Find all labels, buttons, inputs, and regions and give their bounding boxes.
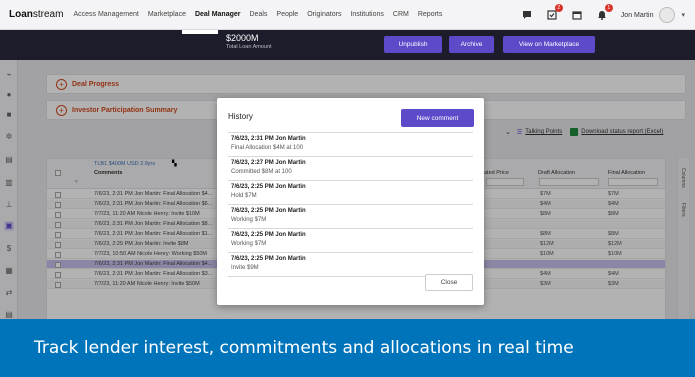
brand-logo[interactable]: Loanstream — [9, 9, 63, 20]
history-entry: 7/6/23, 2:25 PM Jon Martin Working $7M — [228, 229, 473, 253]
bell-badge: 1 — [604, 4, 613, 12]
archive-button[interactable]: Archive — [449, 36, 494, 53]
history-list: 7/6/23, 2:31 PM Jon Martin Final Allocat… — [228, 132, 473, 277]
tasks-icon[interactable]: 2 — [546, 4, 563, 21]
amount-value: $2000M — [226, 33, 259, 43]
caption-banner: Track lender interest, commitments and a… — [0, 319, 695, 377]
app-frame: Loanstream Access Management Marketplace… — [0, 0, 695, 377]
caption-text: Track lender interest, commitments and a… — [34, 338, 574, 358]
nav-crm[interactable]: CRM — [393, 11, 409, 18]
bell-icon[interactable]: 1 — [596, 4, 613, 21]
close-button[interactable]: Close — [425, 274, 473, 291]
history-entry: 7/6/23, 2:25 PM Jon Martin Hold $7M — [228, 181, 473, 205]
nav-reports[interactable]: Reports — [418, 11, 443, 18]
nav-institutions[interactable]: Institutions — [350, 11, 383, 18]
entry-text: Working $7M — [231, 217, 267, 223]
history-entry: 7/6/23, 2:31 PM Jon Martin Final Allocat… — [228, 133, 473, 157]
nav-deals[interactable]: Deals — [250, 11, 268, 18]
entry-text: Hold $7M — [231, 193, 257, 199]
nav-deal-manager[interactable]: Deal Manager — [195, 11, 241, 18]
nav-marketplace[interactable]: Marketplace — [148, 11, 186, 18]
entry-text: Committed $8M at 100 — [231, 169, 292, 175]
entry-meta: 7/6/23, 2:25 PM Jon Martin — [231, 232, 306, 238]
new-comment-button[interactable]: New comment — [401, 109, 474, 127]
entry-meta: 7/6/23, 2:25 PM Jon Martin — [231, 208, 306, 214]
entry-text: Invite $9M — [231, 265, 259, 271]
view-marketplace-button[interactable]: View on Marketplace — [503, 36, 595, 53]
history-entry: 7/6/23, 2:25 PM Jon Martin Working $7M — [228, 205, 473, 229]
entry-meta: 7/6/23, 2:25 PM Jon Martin — [231, 184, 306, 190]
user-name[interactable]: Jon Martin — [621, 12, 654, 19]
history-entry: 7/6/23, 2:27 PM Jon Martin Committed $8M… — [228, 157, 473, 181]
tasks-badge: 2 — [554, 4, 563, 12]
history-modal: History New comment 7/6/23, 2:31 PM Jon … — [217, 98, 484, 305]
entry-meta: 7/6/23, 2:31 PM Jon Martin — [231, 136, 306, 142]
total-loan-amount: $2000M Total Loan Amount — [226, 33, 272, 50]
message-icon[interactable] — [521, 9, 533, 21]
unpublish-button[interactable]: Unpublish — [384, 36, 442, 53]
calendar-icon[interactable] — [571, 9, 583, 21]
avatar[interactable] — [659, 7, 676, 23]
entry-text: Working $7M — [231, 241, 267, 247]
top-nav: Loanstream Access Management Marketplace… — [0, 0, 695, 30]
nav-originators[interactable]: Originators — [307, 11, 341, 18]
deal-header-bar: $2000M Total Loan Amount Unpublish Archi… — [0, 30, 695, 60]
entry-meta: 7/6/23, 2:27 PM Jon Martin — [231, 160, 306, 166]
entry-text: Final Allocation $4M at 100 — [231, 145, 304, 151]
nav-people[interactable]: People — [276, 11, 298, 18]
modal-title: History — [228, 112, 253, 121]
nav-access-management[interactable]: Access Management — [73, 11, 138, 18]
deal-tab-indicator — [182, 30, 218, 34]
entry-meta: 7/6/23, 2:25 PM Jon Martin — [231, 256, 306, 262]
chevron-down-icon[interactable]: ▾ — [681, 11, 685, 19]
amount-label: Total Loan Amount — [226, 44, 272, 50]
